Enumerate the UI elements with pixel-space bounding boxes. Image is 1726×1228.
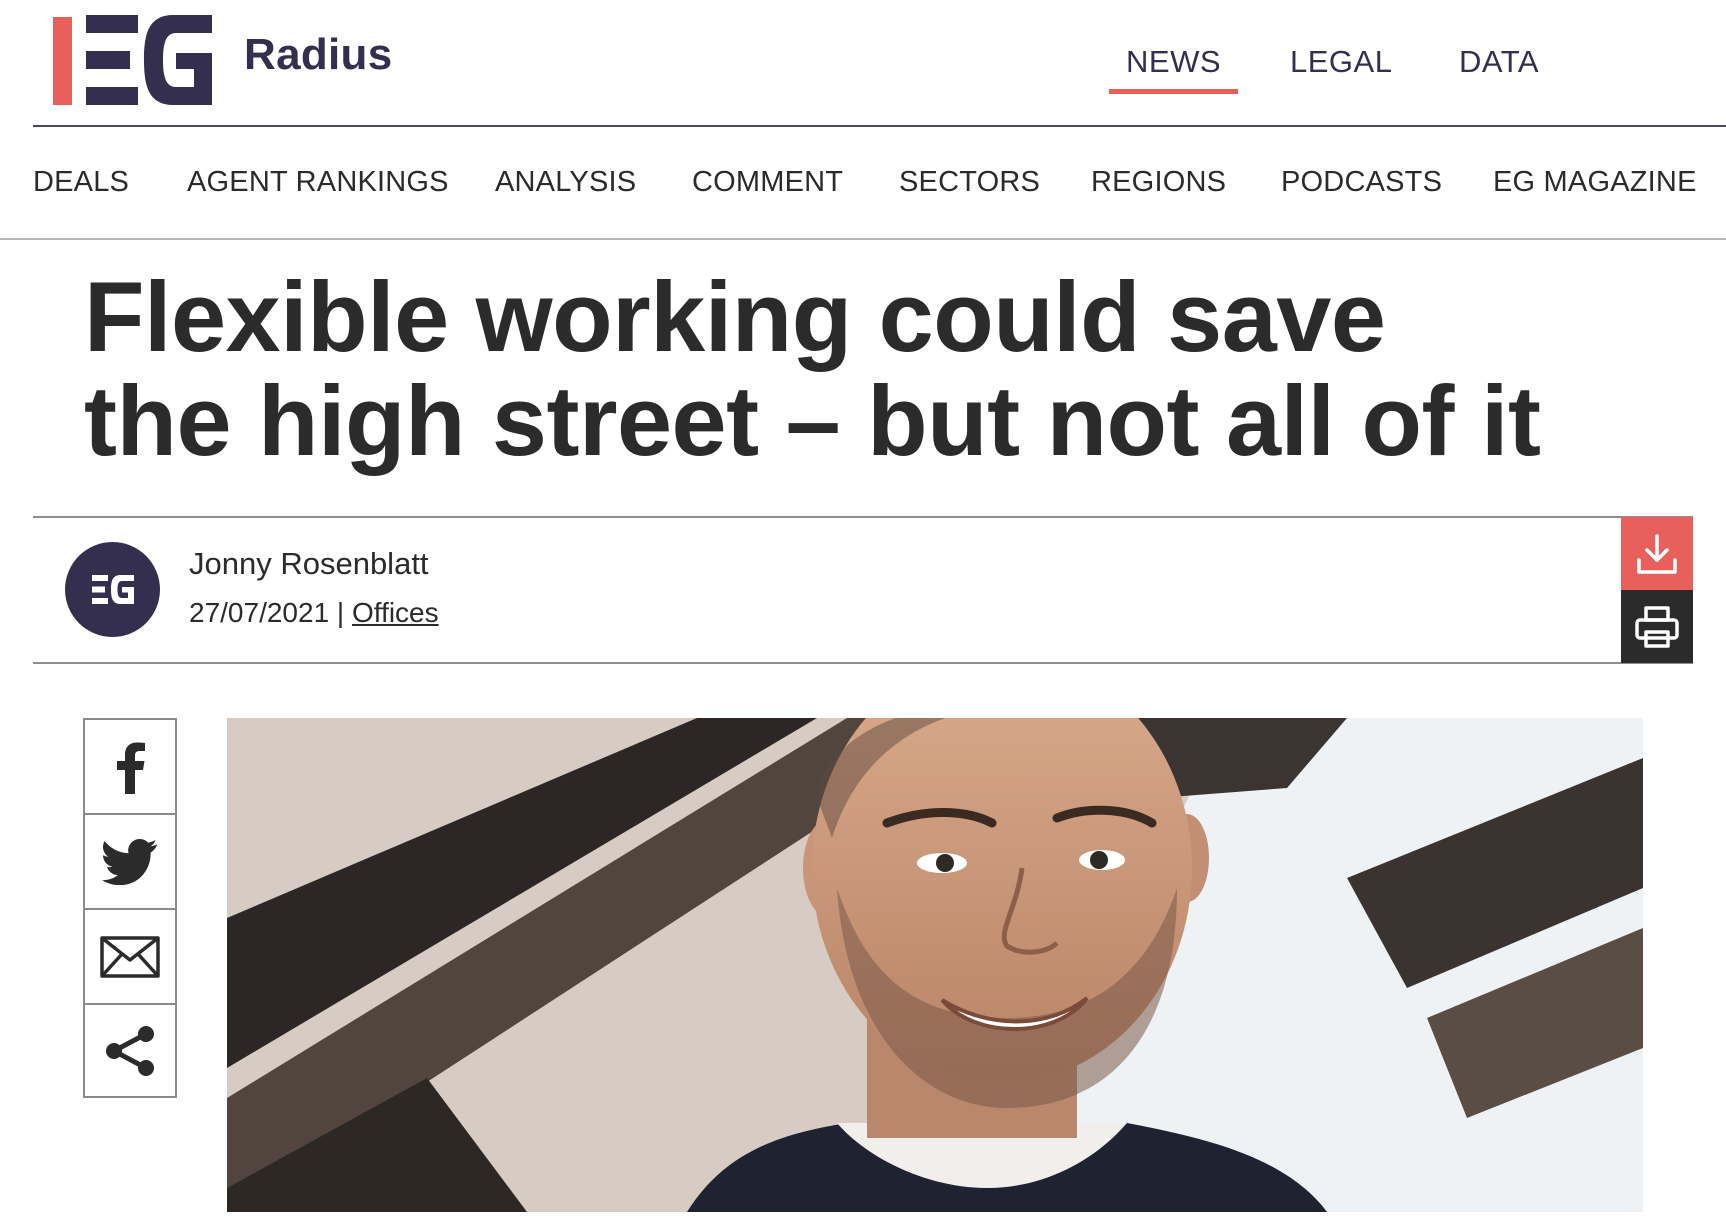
nav-legal[interactable]: LEGAL — [1290, 44, 1392, 104]
nav-data[interactable]: DATA — [1459, 44, 1539, 104]
secnav-agent-rankings[interactable]: AGENT RANKINGS — [187, 166, 449, 199]
secnav-comment[interactable]: COMMENT — [692, 166, 843, 199]
share-email-button[interactable] — [83, 908, 177, 1003]
share-twitter-button[interactable] — [83, 813, 177, 908]
category-link[interactable]: Offices — [352, 597, 439, 628]
eg-avatar-logo-icon — [92, 575, 134, 604]
author-name[interactable]: Jonny Rosenblatt — [189, 546, 429, 582]
section-nav-divider — [0, 238, 1726, 240]
article-headline: Flexible working could save the high str… — [84, 265, 1684, 473]
secnav-analysis[interactable]: ANALYSIS — [495, 166, 636, 199]
facebook-icon — [117, 742, 145, 794]
meta-separator: | — [336, 597, 345, 628]
download-icon — [1637, 533, 1677, 574]
secnav-deals[interactable]: DEALS — [33, 166, 129, 199]
eg-logo-icon[interactable] — [86, 15, 212, 105]
secnav-regions[interactable]: REGIONS — [1091, 166, 1226, 199]
article-hero-photo — [227, 718, 1643, 1212]
download-button[interactable] — [1621, 517, 1693, 590]
logo-accent-bar — [53, 17, 72, 105]
secnav-eg-magazine[interactable]: EG MAGAZINE — [1493, 166, 1697, 199]
article-meta: 27/07/2021 | Offices — [189, 597, 439, 629]
headline-line-2: the high street – but not all of it — [84, 365, 1541, 476]
share-icon — [106, 1025, 154, 1076]
headline-line-1: Flexible working could save — [84, 261, 1386, 372]
share-facebook-button[interactable] — [83, 718, 177, 813]
header-divider — [33, 125, 1726, 127]
nav-news[interactable]: NEWS — [1109, 44, 1238, 104]
byline-divider-bottom — [33, 662, 1693, 664]
author-portrait-image — [227, 718, 1643, 1212]
byline-divider-top — [33, 516, 1693, 518]
email-icon — [100, 935, 160, 978]
secnav-podcasts[interactable]: PODCASTS — [1281, 166, 1442, 199]
twitter-icon — [102, 838, 157, 885]
print-button[interactable] — [1621, 590, 1693, 663]
author-avatar — [65, 542, 160, 637]
nav-news-active-indicator — [1109, 89, 1238, 94]
secnav-sectors[interactable]: SECTORS — [899, 166, 1040, 199]
brand-name[interactable]: Radius — [244, 30, 393, 80]
share-more-button[interactable] — [83, 1003, 177, 1098]
print-icon — [1635, 605, 1679, 648]
article-date: 27/07/2021 — [189, 597, 330, 628]
